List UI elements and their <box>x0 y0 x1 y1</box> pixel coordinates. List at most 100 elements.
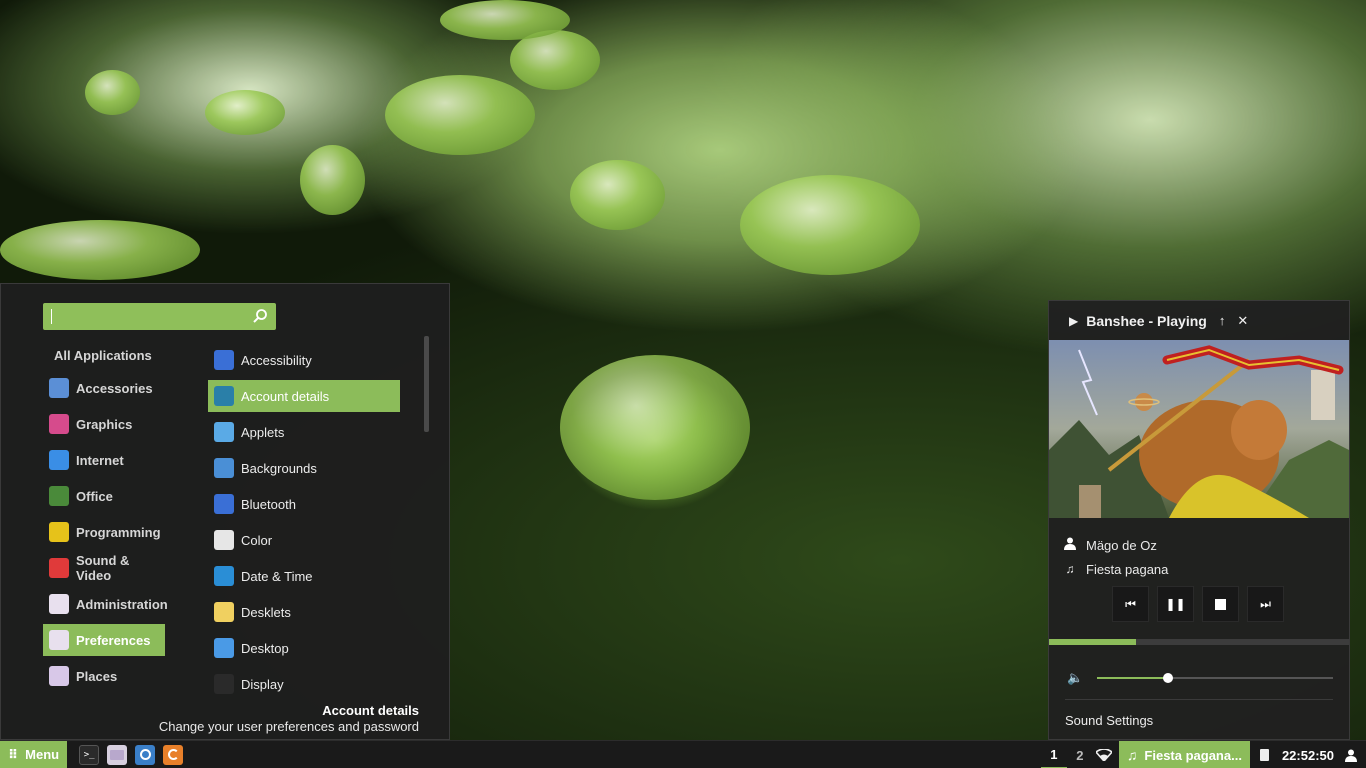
app-label: Date & Time <box>241 568 313 584</box>
skip-previous-icon: ⏮ <box>1125 596 1136 611</box>
now-playing-label: Fiesta pagana... <box>1144 747 1242 763</box>
search-input[interactable] <box>43 303 248 330</box>
volume-slider[interactable] <box>1097 673 1333 683</box>
next-button[interactable]: ⏭ <box>1247 586 1284 622</box>
color-icon <box>214 530 234 550</box>
search-icon[interactable] <box>252 308 268 324</box>
desklet-icon <box>214 602 234 622</box>
display-icon <box>214 674 234 694</box>
application-menu: All Applications Accessories Graphics Inte… <box>0 283 450 740</box>
app-label: Desklets <box>241 604 291 620</box>
firefox-icon <box>167 749 179 760</box>
category-label: Office <box>76 488 113 504</box>
category-preferences[interactable]: Preferences <box>43 624 165 656</box>
now-playing-button[interactable]: ♫ Fiesta pagana... <box>1118 741 1250 768</box>
playback-progress[interactable] <box>1049 639 1349 645</box>
app-label: Desktop <box>241 640 289 656</box>
category-label: Graphics <box>76 416 133 432</box>
category-label: Preferences <box>76 632 151 648</box>
workspace-2[interactable]: 2 <box>1067 741 1093 768</box>
volume-slider-fill <box>1097 677 1168 679</box>
clipboard-icon[interactable] <box>1254 741 1276 768</box>
wifi-icon[interactable] <box>1093 741 1115 768</box>
search-field[interactable] <box>43 303 276 330</box>
firefox-launcher[interactable] <box>163 744 184 765</box>
app-label: Display <box>241 676 284 692</box>
app-label: Backgrounds <box>241 460 317 476</box>
track-name: Fiesta pagana <box>1086 561 1169 577</box>
raise-player-icon[interactable]: ↑ <box>1219 313 1226 328</box>
category-label: Administration <box>76 596 168 612</box>
app-backgrounds[interactable]: Backgrounds <box>208 452 400 484</box>
app-label: Applets <box>241 424 285 440</box>
category-graphics[interactable]: Graphics <box>43 408 165 440</box>
workspace-1[interactable]: 1 <box>1040 741 1067 768</box>
image-icon <box>214 458 234 478</box>
app-label: Accessibility <box>241 352 312 368</box>
app-accessibility[interactable]: Accessibility <box>208 344 400 376</box>
album-cover <box>1049 340 1349 518</box>
terminal-icon: >_ <box>83 749 95 760</box>
sliders-icon <box>49 594 69 614</box>
artist-row: Mägo de Oz <box>1063 533 1168 557</box>
grid-icon: ⠿ <box>8 746 18 762</box>
category-office[interactable]: Office <box>43 480 165 512</box>
user-icon <box>214 386 234 406</box>
browser-icon <box>139 749 151 760</box>
app-description: Account details Change your user prefere… <box>159 703 419 734</box>
code-icon <box>49 522 69 542</box>
category-label: Places <box>76 668 118 684</box>
app-desklets[interactable]: Desklets <box>208 596 400 628</box>
scrollbar[interactable] <box>424 336 429 432</box>
divider <box>1065 699 1333 700</box>
player-controls: ⏮ ❚❚ ⏭ <box>1112 586 1284 622</box>
menu-button[interactable]: ⠿ Menu <box>0 740 68 768</box>
taskbar: ⠿ Menu >_ 12 ♫ Fiesta pagana... 22:52:50 <box>0 740 1366 768</box>
app-label: Color <box>241 532 273 548</box>
category-administration[interactable]: Administration <box>43 588 168 620</box>
clock[interactable]: 22:52:50 <box>1276 748 1340 763</box>
app-date-time[interactable]: Date & Time <box>208 560 400 592</box>
playback-progress-fill <box>1049 639 1136 645</box>
app-color[interactable]: Color <box>208 524 400 556</box>
stop-button[interactable] <box>1202 586 1239 622</box>
palette-icon <box>49 414 69 434</box>
app-list: Accessibility Account details Applets Backg… <box>208 344 400 700</box>
person-icon <box>1063 537 1077 553</box>
track-info: Mägo de Oz ♫ Fiesta pagana <box>1063 533 1168 581</box>
volume-row: 🔈 <box>1067 669 1333 687</box>
category-label: Accessories <box>76 380 153 396</box>
category-internet[interactable]: Internet <box>43 444 165 476</box>
speaker-icon[interactable]: 🔈 <box>1067 670 1083 686</box>
scissors-icon <box>49 378 69 398</box>
pause-button[interactable]: ❚❚ <box>1157 586 1194 622</box>
close-icon[interactable]: ✕ <box>1237 313 1248 329</box>
user-icon[interactable] <box>1340 741 1362 768</box>
accessibility-icon <box>214 350 234 370</box>
app-applets[interactable]: Applets <box>208 416 400 448</box>
all-applications[interactable]: All Applications <box>43 344 165 368</box>
system-tray: 12 ♫ Fiesta pagana... 22:52:50 <box>1040 741 1366 768</box>
category-programming[interactable]: Programming <box>43 516 165 548</box>
bluetooth-icon <box>214 494 234 514</box>
category-places[interactable]: Places <box>43 660 165 692</box>
artist-name: Mägo de Oz <box>1086 537 1157 553</box>
browser-launcher[interactable] <box>135 744 156 765</box>
files-launcher[interactable] <box>107 744 128 765</box>
app-description-text: Change your user preferences and passwor… <box>158 719 419 734</box>
player-header: ▶ Banshee - Playing ↑ ✕ <box>1049 301 1349 340</box>
app-display[interactable]: Display <box>208 668 400 700</box>
sound-settings-link[interactable]: Sound Settings <box>1065 713 1153 728</box>
applets-icon <box>214 422 234 442</box>
category-accessories[interactable]: Accessories <box>43 372 165 404</box>
category-sound-video[interactable]: Sound & Video <box>43 552 165 584</box>
app-label: Account details <box>241 388 330 404</box>
category-label: Sound & Video <box>76 553 130 583</box>
terminal-launcher[interactable]: >_ <box>79 744 100 765</box>
app-description-title: Account details <box>322 703 419 718</box>
app-bluetooth[interactable]: Bluetooth <box>208 488 400 520</box>
app-desktop[interactable]: Desktop <box>208 632 400 664</box>
app-account-details[interactable]: Account details <box>208 380 400 412</box>
previous-button[interactable]: ⏮ <box>1112 586 1149 622</box>
volume-slider-handle[interactable] <box>1162 673 1173 683</box>
